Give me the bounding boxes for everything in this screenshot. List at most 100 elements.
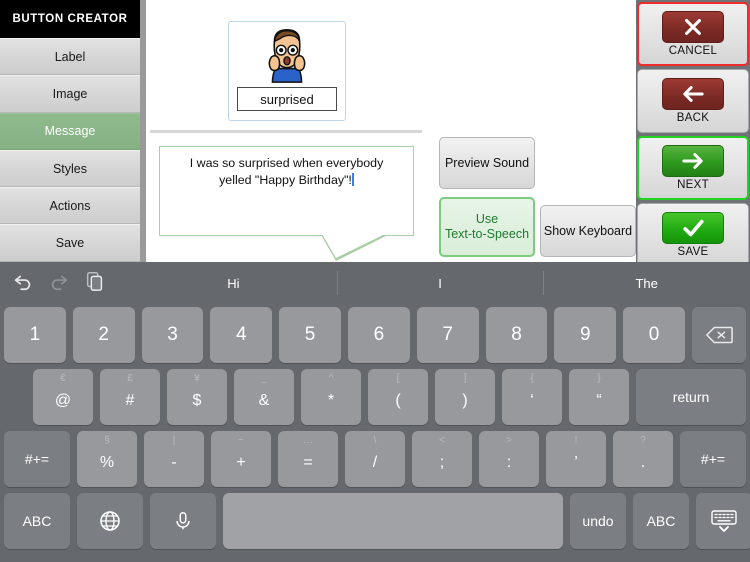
key-7-label: 7 (442, 324, 453, 345)
middle-panel: Preview Sound Use Text-to-Speech Show Key… (433, 0, 636, 262)
key-at[interactable]: € @ (33, 369, 93, 425)
on-screen-keyboard: Hi I The 1 2 3 4 5 6 7 8 9 0 € @ £ # ¥ $… (0, 262, 750, 562)
use-tts-line2: Text-to-Speech (444, 227, 530, 241)
keyboard-row-bottom: ABC undo ABC (0, 493, 750, 549)
key-quote-double-hint: } (597, 373, 601, 384)
key-5[interactable]: 5 (279, 307, 341, 363)
message-text-value: I was so surprised when everybody yelled… (189, 156, 387, 187)
key-period[interactable]: ? . (613, 431, 673, 487)
key-7[interactable]: 7 (416, 307, 479, 363)
key-paren-close[interactable]: ] ) (435, 369, 495, 425)
sidebar-item-actions[interactable]: Actions (0, 187, 140, 225)
cancel-button[interactable]: CANCEL (637, 2, 749, 66)
globe-icon[interactable] (77, 493, 143, 549)
sidebar-item-message[interactable]: Message (0, 112, 140, 150)
back-button[interactable]: BACK (637, 69, 749, 133)
key-colon-label: : (506, 454, 512, 471)
next-label: NEXT (677, 179, 709, 191)
sidebar-item-image[interactable]: Image (0, 75, 140, 113)
show-keyboard-button[interactable]: Show Keyboard (540, 205, 636, 257)
abc-left-key[interactable]: ABC (4, 493, 70, 549)
keyboard-row-alt: #+= § % | - ~ + … = \ / < ; >: ! ’ ? . … (0, 431, 750, 487)
next-button[interactable]: NEXT (637, 136, 749, 200)
cancel-label: CANCEL (668, 45, 718, 57)
key-1[interactable]: 1 (4, 307, 66, 363)
suggestion-1-text: I (438, 275, 442, 291)
sidebar-item-label[interactable]: Label (0, 38, 140, 76)
key-hyphen[interactable]: | - (144, 431, 204, 487)
key-asterisk[interactable]: ^ * (301, 369, 361, 425)
key-semicolon[interactable]: < ; (412, 431, 472, 487)
symbols-toggle-left-label: #+= (24, 451, 50, 467)
sidebar-item-save[interactable]: Save (0, 224, 140, 262)
key-paren-open[interactable]: [ ( (368, 369, 428, 425)
sidebar-item-styles[interactable]: Styles (0, 149, 140, 188)
undo-key-label: undo (582, 513, 614, 529)
key-asterisk-label: * (327, 392, 335, 409)
key-ampersand-label: & (258, 392, 270, 409)
checkmark-icon (662, 212, 724, 244)
use-text-to-speech-button[interactable]: Use Text-to-Speech (439, 197, 535, 257)
key-dollar-label: $ (192, 392, 202, 409)
redo-icon[interactable] (48, 270, 70, 294)
preview-sound-label: Preview Sound (444, 155, 530, 170)
backspace-icon[interactable] (691, 307, 746, 363)
return-key-label: return (672, 389, 710, 405)
key-paren-open-label: ( (395, 392, 401, 409)
suggestion-list: Hi I The (130, 262, 750, 304)
symbols-toggle-right-key[interactable]: #+= (680, 431, 746, 487)
sidebar: BUTTON CREATOR Label Image Message Style… (0, 0, 140, 262)
space-key[interactable] (223, 493, 563, 549)
key-hash-label: # (125, 392, 135, 409)
key-1-label: 1 (29, 324, 41, 345)
preview-sound-button[interactable]: Preview Sound (439, 137, 535, 189)
microphone-icon[interactable] (150, 493, 216, 549)
message-input[interactable]: I was so surprised when everybody yelled… (159, 146, 414, 236)
abc-right-key[interactable]: ABC (633, 493, 689, 549)
key-plus[interactable]: ~ + (211, 431, 271, 487)
key-2[interactable]: 2 (72, 307, 135, 363)
key-paren-close-hint: ] (463, 373, 467, 384)
suggestion-0[interactable]: Hi (130, 262, 337, 304)
key-6[interactable]: 6 (347, 307, 410, 363)
show-keyboard-label: Show Keyboard (543, 223, 633, 238)
key-8-label: 8 (511, 324, 522, 345)
key-ampersand[interactable]: _ & (234, 369, 294, 425)
key-hash[interactable]: £ # (100, 369, 160, 425)
section-divider (150, 130, 422, 133)
symbols-toggle-left-key[interactable]: #+= (4, 431, 70, 487)
button-preview-label: surprised (237, 87, 337, 111)
undo-key[interactable]: undo (570, 493, 626, 549)
save-button[interactable]: SAVE (637, 203, 749, 267)
key-4[interactable]: 4 (210, 307, 273, 363)
key-percent[interactable]: § % (77, 431, 137, 487)
key-9[interactable]: 9 (554, 307, 617, 363)
sidebar-item-actions-text: Actions (49, 198, 91, 213)
key-0[interactable]: 0 (623, 307, 685, 363)
key-3[interactable]: 3 (141, 307, 204, 363)
undo-icon[interactable] (12, 270, 34, 294)
key-colon[interactable]: > : (479, 431, 539, 487)
suggestion-1[interactable]: I (336, 262, 544, 304)
button-preview-card[interactable]: surprised (228, 21, 346, 121)
key-slash[interactable]: \ / (345, 431, 405, 487)
symbols-toggle-right-label: #+= (700, 451, 726, 467)
key-period-hint: ? (640, 435, 646, 446)
abc-left-label: ABC (22, 513, 52, 529)
key-quote-double[interactable]: } “ (569, 369, 629, 425)
key-quote-single[interactable]: { ‘ (502, 369, 562, 425)
hide-keyboard-icon[interactable] (696, 493, 750, 549)
key-colon-hint: > (506, 435, 512, 446)
key-quote-double-label: “ (596, 392, 602, 409)
paste-icon[interactable] (84, 270, 106, 294)
close-x-icon (662, 11, 724, 43)
key-equals[interactable]: … = (278, 431, 338, 487)
key-8[interactable]: 8 (485, 307, 548, 363)
use-tts-line1: Use (475, 212, 499, 226)
suggestion-2[interactable]: The (543, 262, 750, 304)
key-apostrophe[interactable]: ! ’ (546, 431, 606, 487)
key-5-label: 5 (304, 324, 316, 345)
return-key[interactable]: return (636, 369, 746, 425)
key-equals-hint: … (303, 435, 313, 446)
key-dollar[interactable]: ¥ $ (167, 369, 227, 425)
